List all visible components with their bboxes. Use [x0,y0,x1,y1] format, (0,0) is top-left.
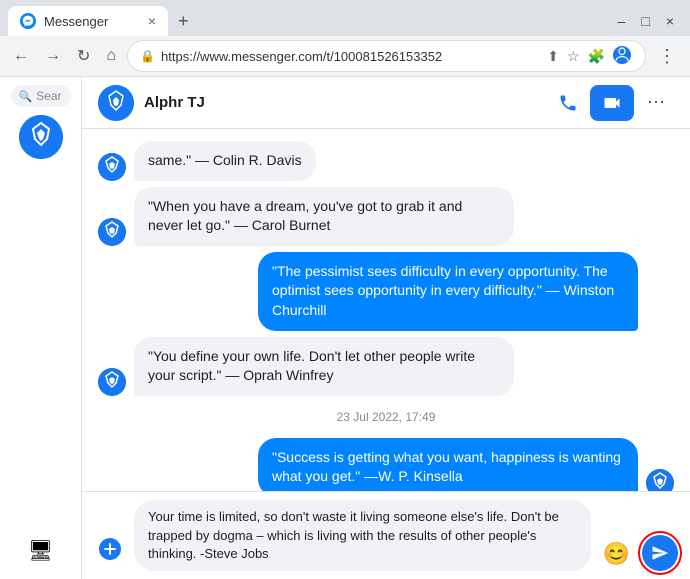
msg-bubble-sent: "The pessimist sees difficulty in every … [258,252,638,331]
sent-avatar-placeholder [646,303,674,331]
address-bar-row: ← → ↻ ⌂ 🔒 https://www.messenger.com/t/10… [0,36,690,76]
monitor-area: 🖥 [28,538,53,571]
contact-avatar [98,85,134,121]
message-input[interactable]: Your time is limited, so don't waste it … [134,500,591,571]
sidebar: 🔍 Sear 🖥 [0,77,82,579]
message-row: "You define your own life. Don't let oth… [98,337,674,396]
header-actions: ⋯ [550,85,674,121]
emoji-btn[interactable]: 😊 [599,537,634,571]
main-chat-area: Alphr TJ ⋯ [82,77,690,579]
sidebar-avatar-icon [19,115,63,159]
monitor-icon[interactable]: 🖥 [28,540,53,562]
tab-close-btn[interactable]: × [148,13,156,29]
address-actions: ⬆ ☆ 🧩 [545,44,633,69]
bookmark-btn[interactable]: ☆ [565,44,582,69]
window-controls: – □ × [610,11,682,31]
message-row-sent: "Success is getting what you want, happi… [98,438,674,492]
send-btn[interactable] [642,535,678,571]
active-tab[interactable]: Messenger × [8,6,168,36]
chat-header: Alphr TJ ⋯ [82,77,690,129]
browser-more-btn[interactable]: ⋮ [652,44,682,69]
video-btn[interactable] [590,85,634,121]
msg-bubble-sent: "Success is getting what you want, happi… [258,438,638,492]
extensions-btn[interactable]: 🧩 [586,44,607,69]
sent-msg-avatar [646,469,674,492]
search-box[interactable]: 🔍 Sear [11,85,71,107]
messages-scroll[interactable]: same." — Colin R. Davis "When you have a… [82,129,690,491]
lock-icon: 🔒 [140,49,155,63]
search-placeholder: Sear [36,89,61,103]
new-tab-btn[interactable]: + [172,11,195,32]
msg-avatar [98,368,126,396]
refresh-btn[interactable]: ↻ [72,42,95,70]
close-btn[interactable]: × [658,11,682,31]
input-area: Your time is limited, so don't waste it … [82,491,690,579]
tab-bar: Messenger × + – □ × [0,0,690,36]
add-btn[interactable] [94,533,126,571]
tab-title: Messenger [44,14,140,29]
message-row: "When you have a dream, you've got to gr… [98,187,674,246]
minimize-btn[interactable]: – [610,11,634,31]
msg-bubble-received: same." — Colin R. Davis [134,141,316,181]
browser-chrome: Messenger × + – □ × ← → ↻ ⌂ 🔒 https://ww… [0,0,690,77]
msg-avatar [98,153,126,181]
contact-avatar-icon [98,85,134,121]
message-row-sent: "The pessimist sees difficulty in every … [98,252,674,331]
profile-btn[interactable] [611,44,633,69]
back-btn[interactable]: ← [8,43,34,69]
timestamp: 23 Jul 2022, 17:49 [98,410,674,424]
address-bar[interactable]: 🔒 https://www.messenger.com/t/1000815261… [127,40,646,72]
message-row: same." — Colin R. Davis [98,141,674,181]
search-icon: 🔍 [19,90,33,103]
more-options-btn[interactable]: ⋯ [638,85,674,121]
contact-name: Alphr TJ [144,94,550,111]
msg-bubble-received: "When you have a dream, you've got to gr… [134,187,514,246]
phone-btn[interactable] [550,85,586,121]
share-btn[interactable]: ⬆ [545,44,561,69]
sidebar-avatar[interactable] [19,115,63,159]
app-container: 🔍 Sear 🖥 Alphr TJ [0,77,690,579]
messages-wrapper: same." — Colin R. Davis "When you have a… [82,129,690,491]
address-text: https://www.messenger.com/t/100081526153… [161,49,539,64]
msg-avatar [98,218,126,246]
home-btn[interactable]: ⌂ [101,43,121,69]
msg-bubble-received: "You define your own life. Don't let oth… [134,337,514,396]
messenger-favicon [20,13,36,29]
forward-btn[interactable]: → [40,43,66,69]
maximize-btn[interactable]: □ [633,11,657,31]
